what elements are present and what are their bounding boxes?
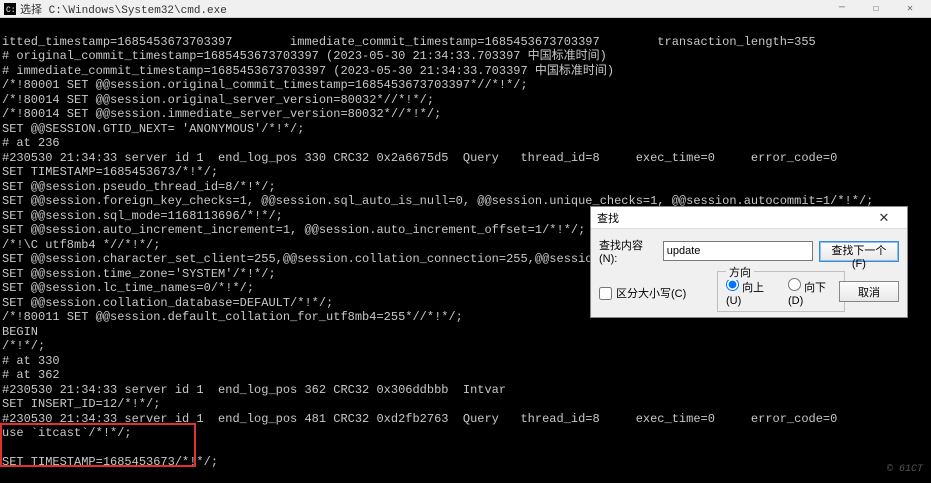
window-title: 选择 C:\Windows\System32\cmd.exe	[20, 1, 227, 17]
direction-up[interactable]: 向上(U)	[726, 278, 774, 307]
dialog-close-button[interactable]: ✕	[867, 207, 901, 229]
svg-text:C:\: C:\	[6, 6, 16, 15]
direction-group: 方向 向上(U) 向下(D)	[717, 271, 845, 312]
direction-down-radio[interactable]	[788, 278, 801, 291]
window-titlebar: C:\ 选择 C:\Windows\System32\cmd.exe ─ ☐ ✕	[0, 0, 931, 18]
match-case-label: 区分大小写(C)	[616, 285, 686, 301]
find-next-button[interactable]: 查找下一个(F)	[819, 241, 899, 262]
close-button[interactable]: ✕	[893, 0, 927, 18]
cmd-icon: C:\	[4, 3, 16, 15]
match-case-checkbox[interactable]	[599, 287, 612, 300]
find-dialog: 查找 ✕ 查找内容(N): 查找下一个(F) 区分大小写(C) 方向 向上(U)…	[590, 206, 908, 318]
dialog-titlebar[interactable]: 查找 ✕	[591, 207, 907, 229]
dialog-title-text: 查找	[597, 210, 619, 226]
footer-whitespace	[0, 483, 931, 500]
highlighted-line-1: SET TIMESTAMP=1685453673/*!*/;	[2, 455, 927, 470]
watermark: © 61CT	[887, 463, 923, 478]
direction-legend: 方向	[726, 264, 754, 280]
find-label: 查找内容(N):	[599, 237, 659, 265]
find-input[interactable]	[663, 241, 813, 261]
cancel-button[interactable]: 取消	[839, 281, 899, 302]
direction-down[interactable]: 向下(D)	[788, 278, 836, 307]
minimize-button[interactable]: ─	[825, 0, 859, 18]
maximize-button[interactable]: ☐	[859, 0, 893, 18]
